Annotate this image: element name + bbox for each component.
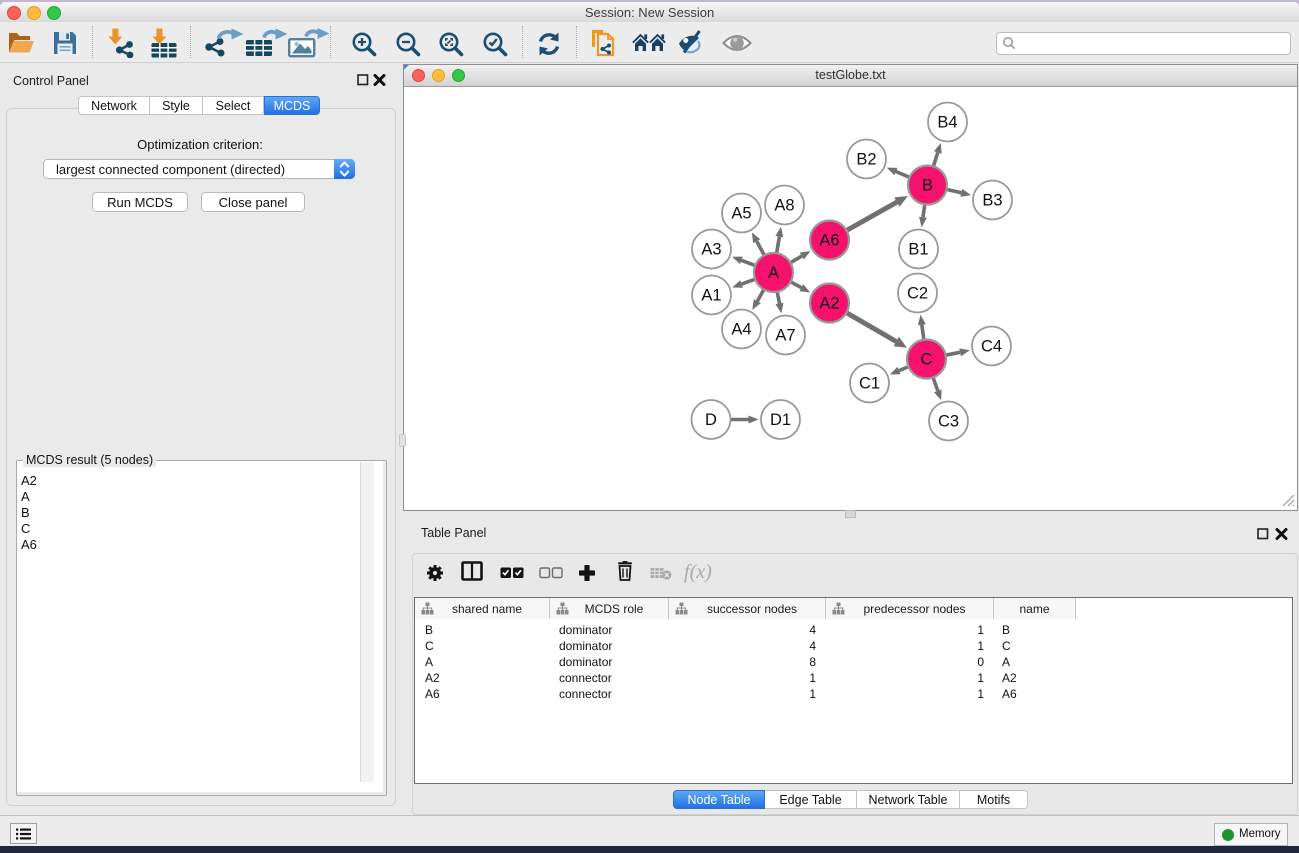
- svg-text:A7: A7: [775, 326, 795, 344]
- svg-text:C: C: [921, 350, 933, 368]
- svg-text:C3: C3: [938, 412, 959, 430]
- svg-text:B4: B4: [937, 113, 957, 131]
- svg-text:D: D: [705, 411, 717, 429]
- svg-text:B2: B2: [856, 150, 876, 168]
- svg-text:B: B: [922, 176, 933, 194]
- svg-text:C4: C4: [981, 337, 1002, 355]
- svg-text:A1: A1: [701, 286, 721, 304]
- svg-text:C1: C1: [859, 374, 880, 392]
- svg-text:A5: A5: [731, 204, 751, 222]
- svg-text:A2: A2: [819, 294, 839, 312]
- svg-text:B3: B3: [982, 191, 1002, 209]
- svg-text:B1: B1: [908, 240, 928, 258]
- svg-text:D1: D1: [770, 411, 791, 429]
- svg-text:A: A: [768, 264, 779, 282]
- svg-text:A4: A4: [731, 320, 751, 338]
- svg-text:A6: A6: [819, 231, 839, 249]
- svg-text:C2: C2: [907, 284, 928, 302]
- svg-text:A3: A3: [701, 240, 721, 258]
- svg-text:A8: A8: [774, 196, 794, 214]
